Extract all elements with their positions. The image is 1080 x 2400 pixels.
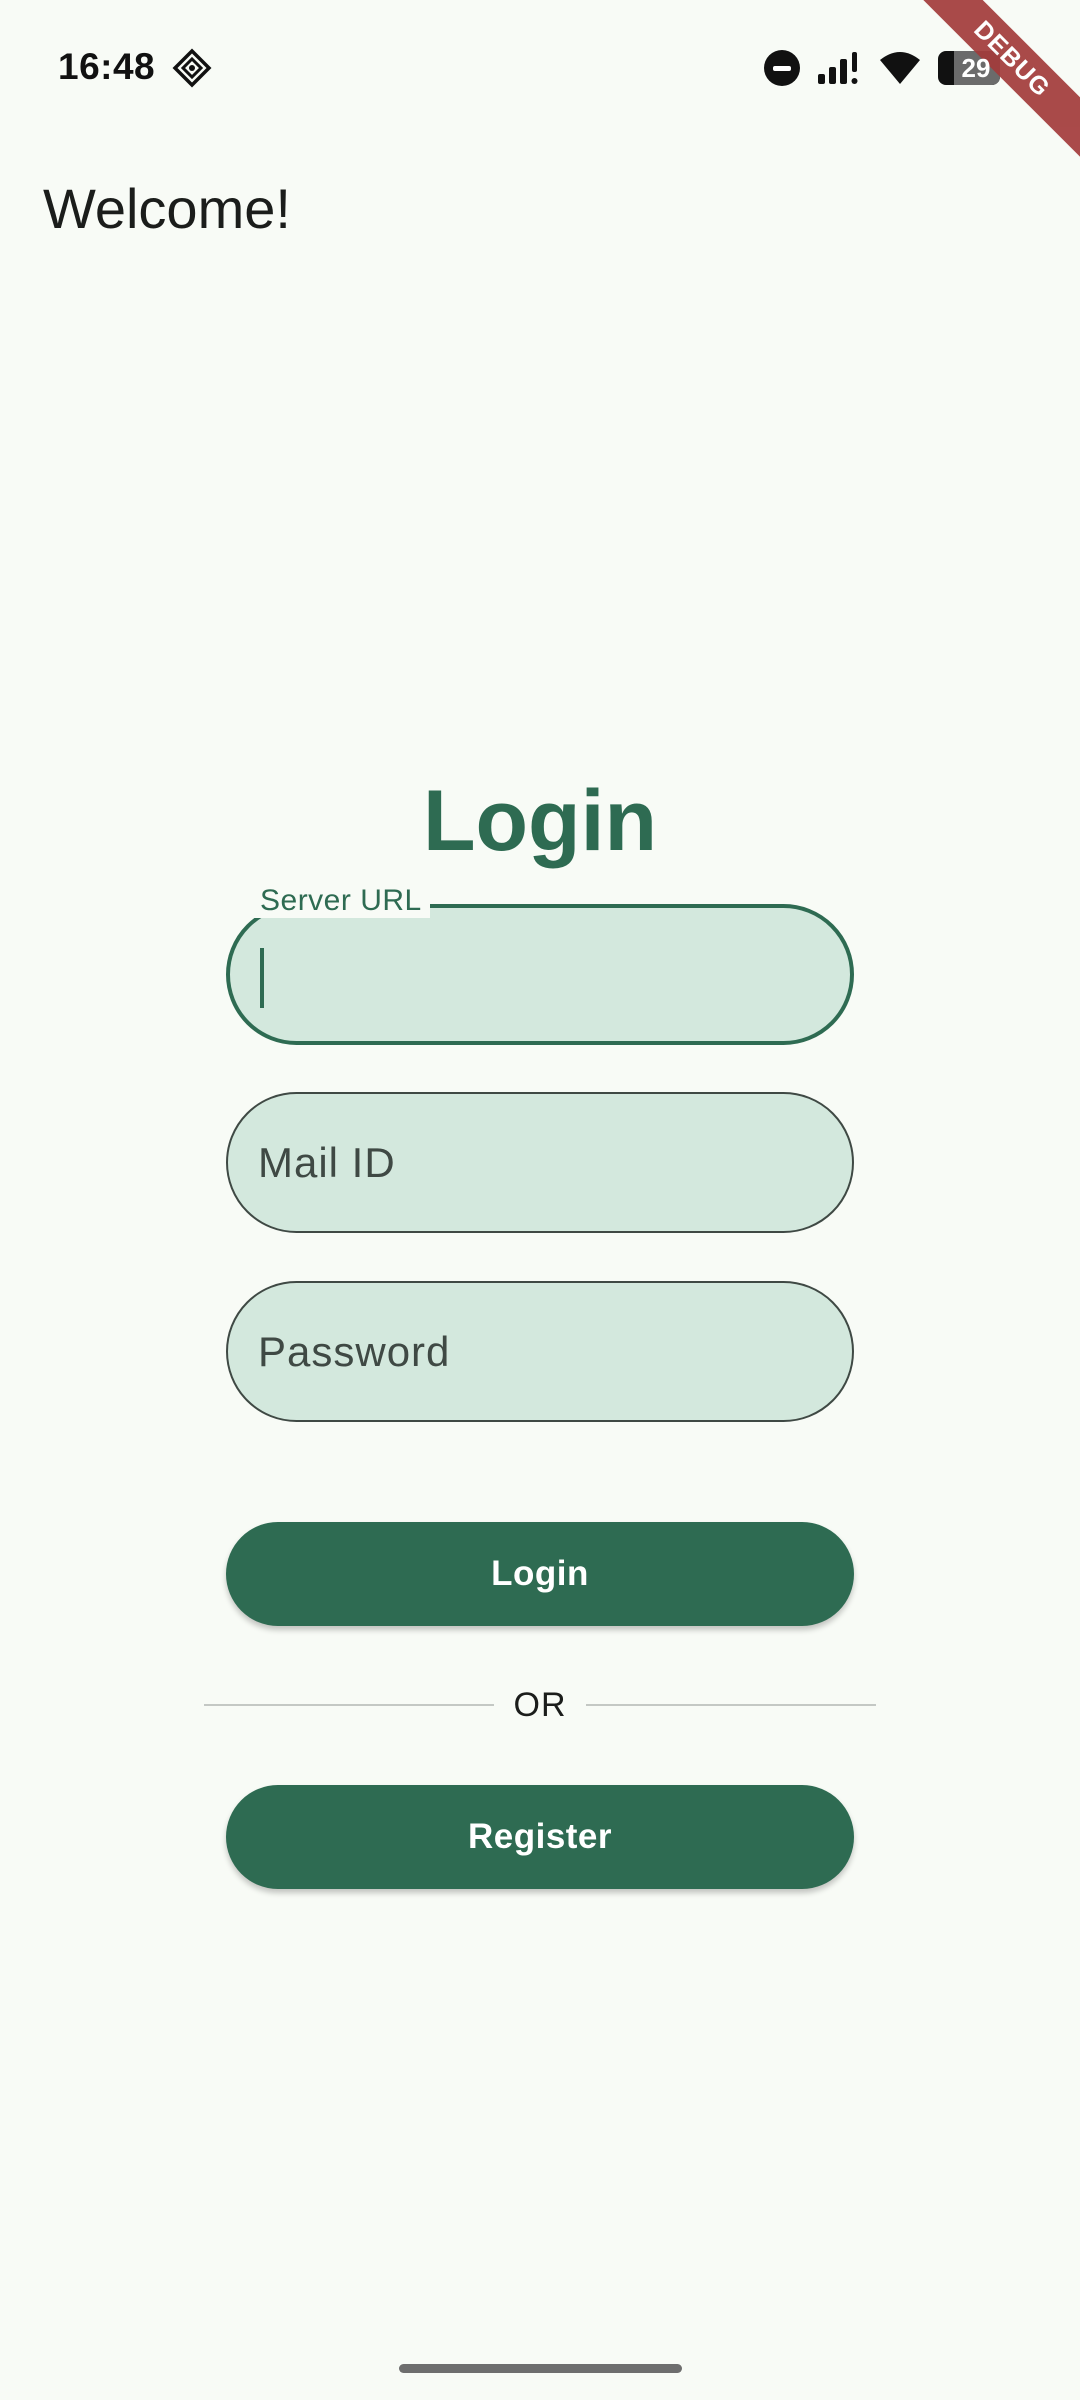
login-heading: Login	[422, 773, 658, 869]
password-field[interactable]: Password	[226, 1281, 854, 1422]
app-bar-title: Welcome!	[43, 177, 291, 240]
status-bar: 16:48 29	[0, 0, 1080, 135]
mail-id-placeholder: Mail ID	[258, 1139, 396, 1186]
wifi-icon	[880, 52, 920, 84]
status-time: 16:48	[58, 46, 156, 87]
location-diamond-icon	[172, 48, 212, 88]
register-button[interactable]: Register	[226, 1785, 854, 1889]
server-url-field[interactable]: Server URL	[226, 884, 854, 1045]
login-button[interactable]: Login	[226, 1522, 854, 1626]
do-not-disturb-icon	[764, 50, 800, 86]
signal-icon	[818, 52, 858, 84]
battery-level: 29	[961, 52, 991, 83]
or-divider-text: OR	[513, 1686, 567, 1724]
mail-id-field[interactable]: Mail ID	[226, 1092, 854, 1233]
status-icons: 29	[764, 47, 1000, 89]
home-gesture-handle[interactable]	[399, 2364, 682, 2373]
password-placeholder: Password	[258, 1328, 451, 1375]
server-url-label: Server URL	[252, 884, 430, 918]
text-cursor	[260, 948, 264, 1008]
